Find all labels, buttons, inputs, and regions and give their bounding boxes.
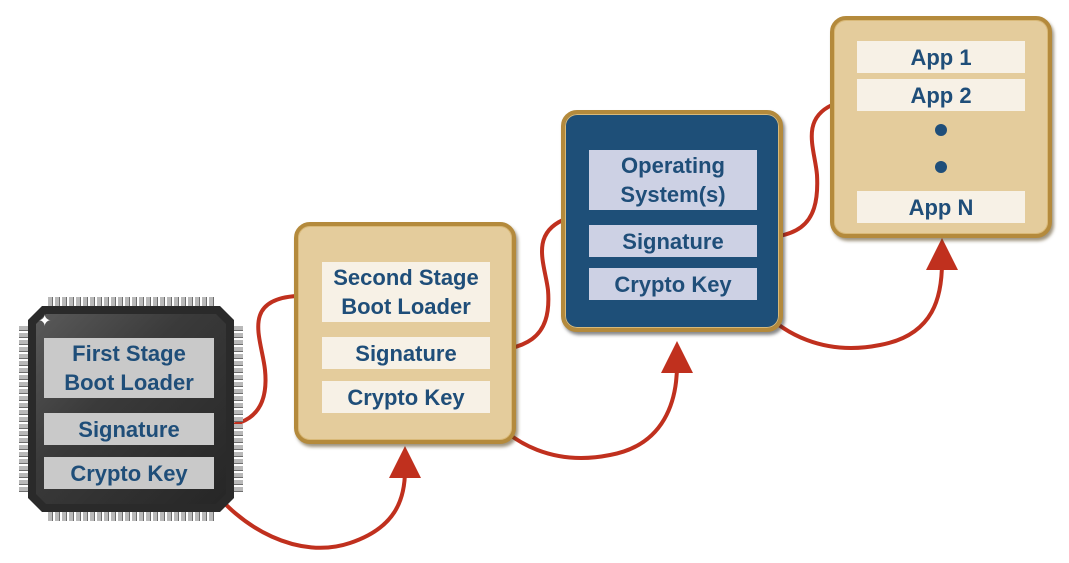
chip-pins-left xyxy=(19,326,28,492)
operating-system-crypto-key: Crypto Key xyxy=(589,268,757,300)
first-stage-signature: Signature xyxy=(44,413,214,445)
app-1-label: App 1 xyxy=(857,41,1025,73)
chip-pins-bottom xyxy=(48,512,214,521)
ellipsis-dot-2 xyxy=(935,161,947,173)
chip-pins-top xyxy=(48,297,214,306)
operating-system-title-line-1: Operating xyxy=(621,153,725,178)
ellipsis-dot-1 xyxy=(935,124,947,136)
second-stage-title: Second Stage Boot Loader xyxy=(322,262,490,322)
app-n-label: App N xyxy=(857,191,1025,223)
first-stage-title: First Stage Boot Loader xyxy=(44,338,214,398)
operating-system-signature: Signature xyxy=(589,225,757,257)
first-stage-title-line-1: First Stage xyxy=(72,341,186,366)
first-stage-crypto-key: Crypto Key xyxy=(44,457,214,489)
sparkle-icon: ✦ xyxy=(38,313,52,330)
second-stage-title-line-2: Boot Loader xyxy=(341,294,471,319)
second-stage-signature: Signature xyxy=(322,337,490,369)
operating-system-title: Operating System(s) xyxy=(589,150,757,210)
operating-system-title-line-2: System(s) xyxy=(620,182,726,207)
app-2-label: App 2 xyxy=(857,79,1025,111)
chip-pins-right xyxy=(234,326,243,492)
first-stage-title-line-2: Boot Loader xyxy=(64,370,194,395)
second-stage-title-line-1: Second Stage xyxy=(333,265,479,290)
second-stage-crypto-key: Crypto Key xyxy=(322,381,490,413)
